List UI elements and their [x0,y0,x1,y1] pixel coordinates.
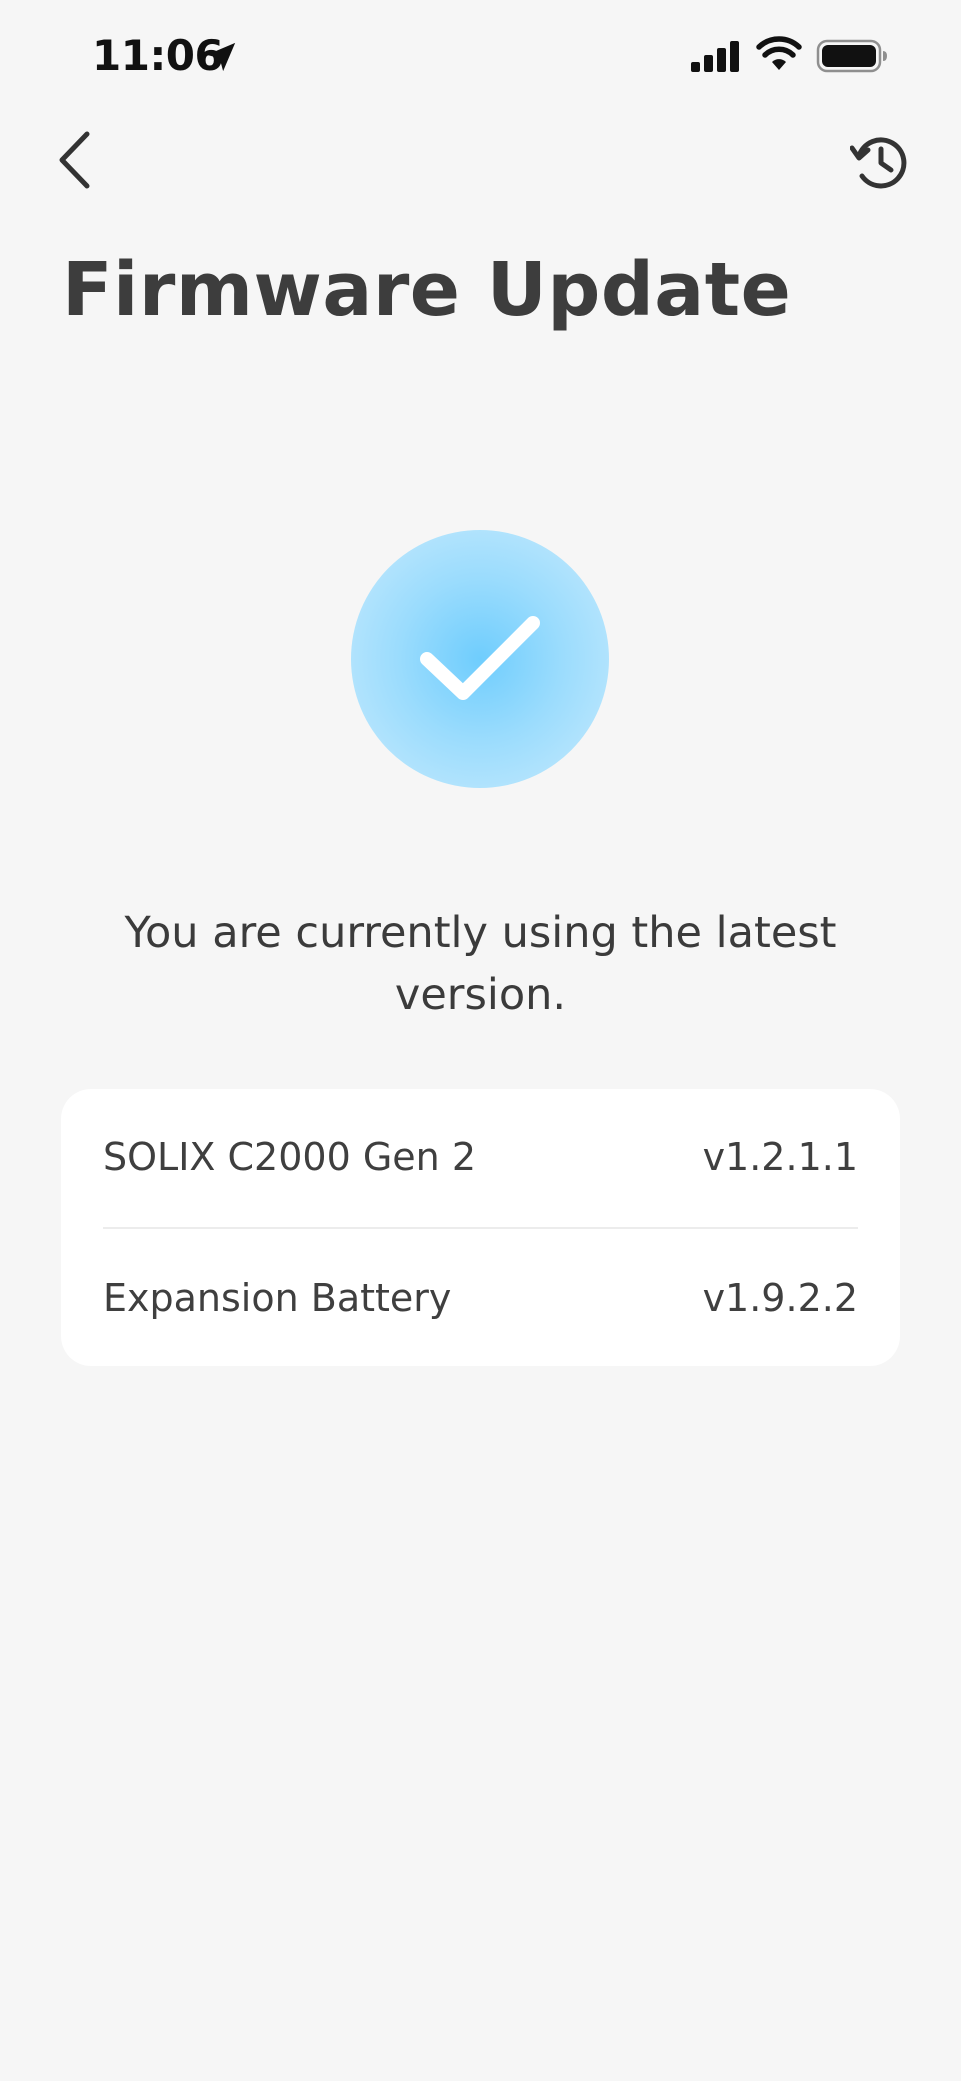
device-name: Expansion Battery [103,1276,452,1320]
version-row: Expansion Battery v1.9.2.2 [103,1230,858,1366]
wifi-icon [756,36,802,70]
device-version: v1.9.2.2 [702,1276,858,1320]
version-card: SOLIX C2000 Gen 2 v1.2.1.1 Expansion Bat… [61,1089,900,1366]
checkmark-icon [420,616,540,700]
cellular-signal-icon [691,41,739,72]
device-name: SOLIX C2000 Gen 2 [103,1135,477,1179]
row-divider [103,1227,858,1229]
history-clock-icon [850,137,907,189]
location-arrow-icon [206,42,236,72]
status-bar: 11:06 [0,0,961,114]
chevron-left-icon [59,131,90,189]
history-button[interactable] [844,126,916,198]
battery-icon [816,39,887,73]
success-badge [351,530,609,788]
page-title: Firmware Update [62,247,792,333]
device-version: v1.2.1.1 [702,1135,858,1179]
status-message: You are currently using the latest versi… [124,908,837,1020]
version-row: SOLIX C2000 Gen 2 v1.2.1.1 [103,1089,858,1225]
back-button[interactable] [46,124,102,196]
